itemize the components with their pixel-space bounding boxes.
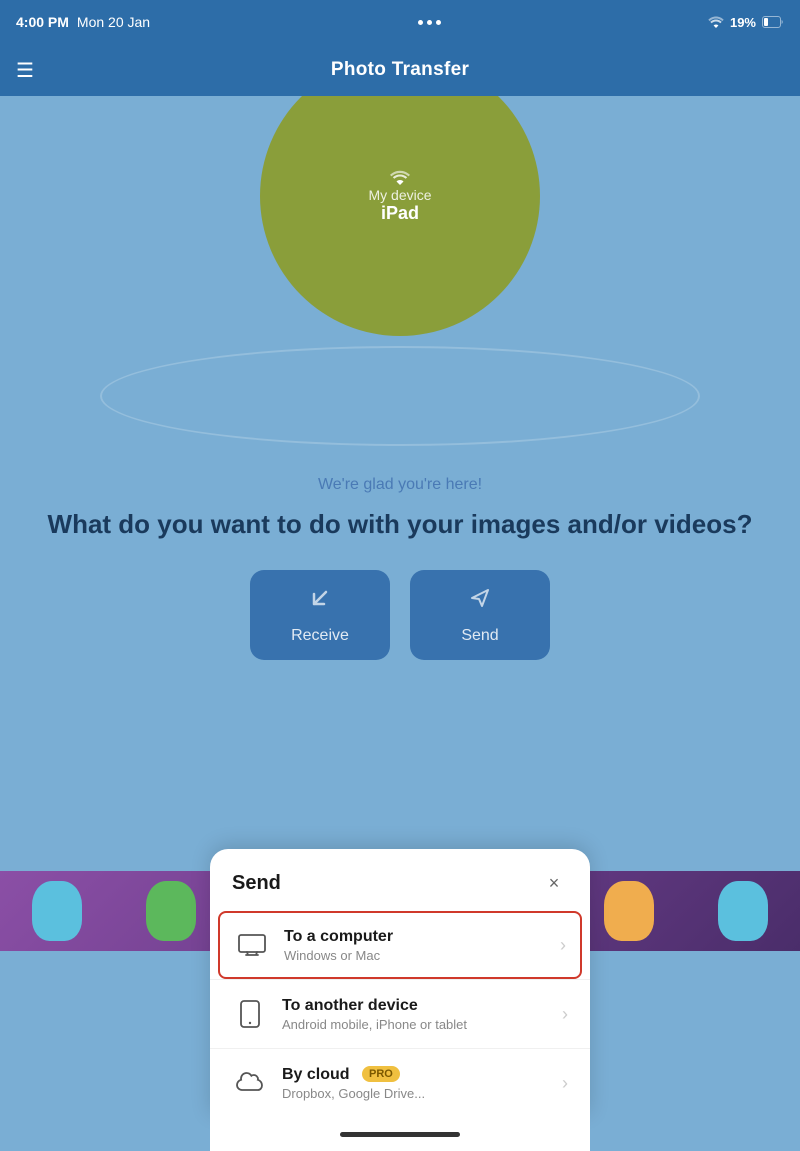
modal-item-device[interactable]: To another device Android mobile, iPhone… — [210, 979, 590, 1048]
status-right: 19% — [708, 15, 784, 30]
cloud-chevron: › — [562, 1073, 568, 1094]
send-modal: Send × To a computer Windows or Mac › — [210, 849, 590, 1151]
cloud-item-text: By cloud PRO Dropbox, Google Drive... — [282, 1066, 554, 1101]
welcome-question: What do you want to do with your images … — [40, 508, 760, 542]
computer-item-text: To a computer Windows or Mac — [284, 928, 552, 963]
bear-teal-3 — [718, 881, 768, 941]
close-icon: × — [549, 873, 560, 894]
modal-card: Send × To a computer Windows or Mac › — [210, 849, 590, 1117]
welcome-section: We're glad you're here! What do you want… — [0, 456, 800, 542]
send-label: Send — [461, 627, 498, 645]
modal-item-cloud[interactable]: By cloud PRO Dropbox, Google Drive... › — [210, 1048, 590, 1117]
device-circle: My device iPad — [260, 96, 540, 336]
bear-green — [146, 881, 196, 941]
modal-title: Send — [232, 872, 281, 895]
send-button[interactable]: Send — [410, 570, 550, 660]
device-item-subtitle: Android mobile, iPhone or tablet — [282, 1017, 554, 1032]
battery-percent: 19% — [730, 15, 756, 30]
receive-icon — [306, 584, 334, 619]
cloud-svg — [235, 1072, 265, 1094]
bear-orange — [604, 881, 654, 941]
app-header: ☰ Photo Transfer — [0, 44, 800, 96]
battery-icon — [762, 16, 784, 28]
phone-svg — [240, 1000, 260, 1028]
status-time: 4:00 PM — [16, 14, 69, 30]
action-buttons: Receive Send — [0, 570, 800, 660]
computer-icon — [234, 927, 270, 963]
device-circle-container: My device iPad — [0, 96, 800, 336]
receive-label: Receive — [291, 627, 349, 645]
status-center-dots — [418, 20, 441, 25]
menu-button[interactable]: ☰ — [16, 58, 34, 83]
computer-chevron: › — [560, 935, 566, 956]
home-indicator — [210, 1117, 590, 1151]
modal-item-computer[interactable]: To a computer Windows or Mac › — [218, 911, 582, 979]
device-chevron: › — [562, 1004, 568, 1025]
modal-close-button[interactable]: × — [540, 869, 568, 897]
computer-item-title: To a computer — [284, 928, 552, 946]
computer-item-subtitle: Windows or Mac — [284, 948, 552, 963]
app-title: Photo Transfer — [331, 59, 469, 81]
device-wifi-icon — [388, 169, 412, 187]
connection-area — [0, 336, 800, 456]
receive-arrow-icon — [306, 584, 334, 612]
connection-arc — [100, 346, 700, 446]
home-bar — [340, 1132, 460, 1137]
send-arrow-icon — [466, 584, 494, 612]
main-content: My device iPad We're glad you're here! W… — [0, 96, 800, 1151]
status-bar: 4:00 PM Mon 20 Jan 19% — [0, 0, 800, 44]
send-icon — [466, 584, 494, 619]
cloud-item-title: By cloud PRO — [282, 1066, 554, 1084]
device-item-text: To another device Android mobile, iPhone… — [282, 997, 554, 1032]
receive-button[interactable]: Receive — [250, 570, 390, 660]
status-date: Mon 20 Jan — [77, 14, 150, 30]
device-icon — [232, 996, 268, 1032]
bear-teal — [32, 881, 82, 941]
modal-header: Send × — [210, 849, 590, 911]
pro-badge: PRO — [362, 1066, 400, 1082]
welcome-subtitle: We're glad you're here! — [40, 476, 760, 494]
wifi-status-icon — [708, 16, 724, 28]
monitor-svg — [238, 934, 266, 956]
device-item-title: To another device — [282, 997, 554, 1015]
cloud-item-subtitle: Dropbox, Google Drive... — [282, 1086, 554, 1101]
cloud-icon — [232, 1065, 268, 1101]
device-label: My device — [368, 187, 431, 203]
device-name: iPad — [381, 203, 419, 224]
